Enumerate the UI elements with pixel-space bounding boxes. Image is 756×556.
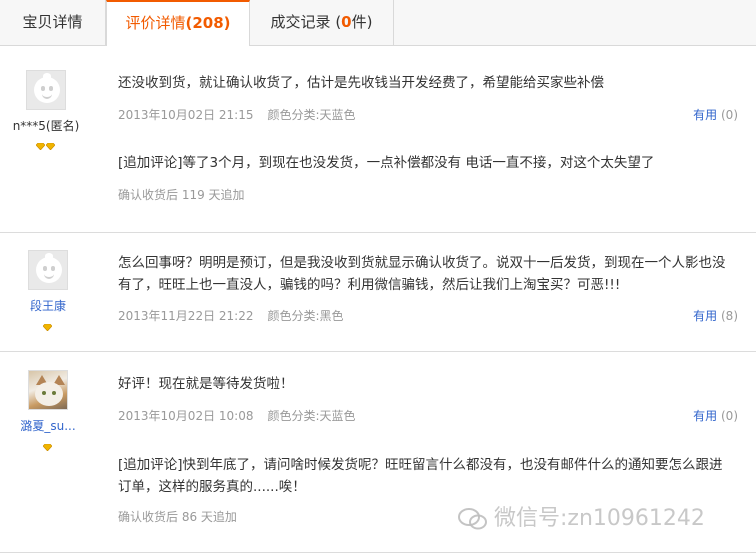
tab-bar: 宝贝详情 评价详情(208) 成交记录 (0件) [0,0,756,46]
useful-label: 有用 [693,309,718,323]
default-avatar-icon [34,73,60,103]
review-date: 2013年11月22日 21:22 [118,309,254,323]
useful-count: (0) [721,409,738,423]
useful-count: (8) [721,309,738,323]
review-text-line: 怎么回事呀？明明是预订，但是我没收到货就显示确认收货了。说双十一后发货，到现在一… [118,255,726,271]
cat-avatar-icon [35,382,63,406]
buyer-level-diamonds [43,436,53,451]
review-meta: 2013年10月02日 10:08 颜色分类:天蓝色 [118,407,370,424]
review-divider [0,232,756,233]
review-divider [0,351,756,352]
useful-label: 有用 [693,108,718,122]
reviewer-name: n***5(匿名) [12,119,80,133]
append-review-meta: 确认收货后 119 天追加 [118,188,245,202]
tab-reviews-count: (208) [185,14,231,32]
review-date: 2013年10月02日 10:08 [118,409,254,423]
diamond-icon [43,324,52,331]
watermark-text: 微信号:zn10961242 [494,506,705,531]
tab-deals-open: ( [330,13,342,31]
append-review-line: 订单，这样的服务真的......唉！ [118,479,306,495]
avatar[interactable] [26,70,66,110]
review-color: 颜色分类:天蓝色 [267,409,356,423]
append-review-line: [追加评论]快到年底了，请问啥时候发货呢？旺旺留言什么都没有，也没有邮件什么的通… [118,457,723,473]
tab-deals-close: 件) [351,13,373,31]
default-avatar-icon [36,253,62,283]
reviewer-name[interactable]: 段王康 [3,297,93,314]
review-color: 颜色分类:天蓝色 [267,108,356,122]
review-text: 怎么回事呀？明明是预订，但是我没收到货就显示确认收货了。说双十一后发货，到现在一… [118,252,748,296]
tab-reviews[interactable]: 评价详情(208) [106,0,250,46]
diamond-icon [46,143,55,150]
tab-deals-count: 0 [341,13,352,31]
review-text-line: 有了，旺旺上也一直没人，骗钱的吗？利用微信骗钱，然后让我们上淘宝买？可恶!!! [118,277,621,293]
wechat-watermark: 微信号:zn10961242 [458,500,705,532]
avatar[interactable] [28,370,68,410]
append-review-text: [追加评论]等了3个月，到现在也没发货，一点补偿都没有 电话一直不接，对这个太失… [118,155,655,171]
reviewer-name[interactable]: 潞夏_su... [3,417,93,434]
tab-deals-label: 成交记录 [270,13,331,31]
wechat-icon [458,508,487,530]
tab-item-details[interactable]: 宝贝详情 [0,0,106,45]
diamond-icon [36,143,45,150]
useful-button[interactable]: 有用 (8) [693,307,738,324]
useful-button[interactable]: 有用 (0) [693,106,738,123]
append-review-text: [追加评论]快到年底了，请问啥时候发货呢？旺旺留言什么都没有，也没有邮件什么的通… [118,454,748,498]
useful-label: 有用 [693,409,718,423]
append-review-meta: 确认收货后 86 天追加 [118,510,237,524]
review-meta: 2013年10月02日 21:15 颜色分类:天蓝色 [118,106,370,123]
review-color: 颜色分类:黑色 [267,309,344,323]
review-divider [0,552,756,553]
review-text: 还没收到货，就让确认收货了，估计是先收钱当开发经费了，希望能给买家些补偿 [118,75,604,91]
buyer-level-diamonds [36,135,56,150]
review-date: 2013年10月02日 21:15 [118,108,254,122]
buyer-level-diamonds [43,316,53,331]
useful-button[interactable]: 有用 (0) [693,407,738,424]
tab-reviews-label: 评价详情 [125,14,186,32]
review-text: 好评！现在就是等待发货啦！ [118,376,294,392]
tab-deal-records[interactable]: 成交记录 (0件) [250,0,394,45]
avatar[interactable] [28,250,68,290]
review-meta: 2013年11月22日 21:22 颜色分类:黑色 [118,307,358,324]
useful-count: (0) [721,108,738,122]
diamond-icon [43,444,52,451]
